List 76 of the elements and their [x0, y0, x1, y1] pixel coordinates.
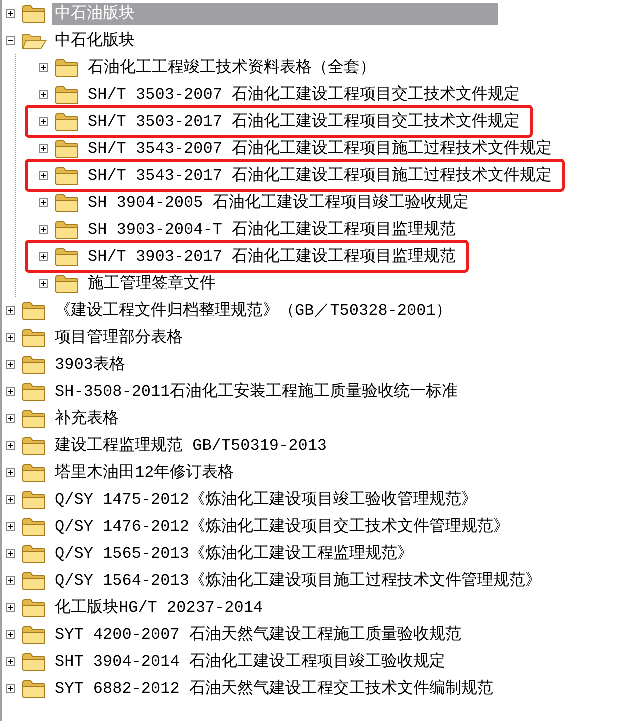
folder-icon [54, 192, 80, 214]
tree-item[interactable]: Q/SY 1564-2013《炼油化工建设项目施工过程技术文件管理规范》 [52, 570, 544, 592]
tree-item[interactable]: Q/SY 1476-2012《炼油化工建设项目交工技术文件管理规范》 [52, 516, 512, 538]
expand-icon[interactable] [6, 441, 15, 450]
folder-icon [21, 542, 47, 564]
tree-item[interactable]: 《建设工程文件归档整理规范》（GB／T50328-2001） [52, 300, 455, 322]
folder-icon [21, 300, 47, 322]
tree-item[interactable]: Q/SY 1565-2013《炼油化工建设工程监理规范》 [52, 542, 416, 564]
expand-icon[interactable] [39, 252, 48, 261]
expand-icon[interactable] [39, 279, 48, 288]
tree-item[interactable]: SH-3508-2011石油化工安装工程施工质量验收统一标准 [52, 380, 462, 402]
expand-icon[interactable] [6, 657, 15, 666]
folder-icon [21, 408, 47, 430]
expand-icon[interactable] [6, 630, 15, 639]
tree-item[interactable]: 石油化工工程竣工技术资料表格（全套） [85, 56, 379, 78]
folder-icon [21, 380, 47, 402]
expand-icon[interactable] [39, 117, 48, 126]
tree-item[interactable]: SH 3903-2004-T 石油化工建设工程项目监理规范 [85, 218, 460, 240]
expand-icon[interactable] [39, 198, 48, 207]
folder-icon [21, 650, 47, 672]
expand-icon[interactable] [39, 225, 48, 234]
expand-icon[interactable] [6, 549, 15, 558]
tree-item[interactable]: SH/T 3503-2007 石油化工建设工程项目交工技术文件规定 [85, 84, 524, 106]
expand-icon[interactable] [6, 306, 15, 315]
folder-icon [21, 624, 47, 646]
tree-item[interactable]: 项目管理部分表格 [52, 326, 186, 348]
tree-item[interactable]: 施工管理签章文件 [85, 272, 219, 294]
expand-icon[interactable] [6, 333, 15, 342]
folder-icon [21, 462, 47, 484]
folder-icon [21, 516, 47, 538]
tree-item[interactable]: SH/T 3903-2017 石油化工建设工程项目监理规范 [85, 246, 460, 268]
tree-item[interactable]: SH 3904-2005 石油化工建设工程项目竣工验收规定 [85, 192, 472, 214]
folder-icon [54, 138, 80, 160]
tree-item[interactable]: 3903表格 [52, 354, 128, 376]
expand-icon[interactable] [39, 171, 48, 180]
tree-item[interactable]: SYT 4200-2007 石油天然气建设工程施工质量验收规范 [52, 624, 464, 646]
tree-item[interactable]: 中石化版块 [52, 30, 138, 52]
tree-item[interactable]: SHT 3904-2014 石油化工建设工程项目竣工验收规定 [52, 650, 448, 672]
folder-icon [54, 164, 80, 186]
tree-item[interactable]: SH/T 3543-2007 石油化工建设工程项目施工过程技术文件规定 [85, 138, 556, 160]
folder-icon [21, 2, 47, 24]
folder-icon [21, 354, 47, 376]
expand-icon[interactable] [6, 603, 15, 612]
expand-icon[interactable] [6, 387, 15, 396]
expand-icon[interactable] [6, 495, 15, 504]
tree-item[interactable]: Q/SY 1475-2012《炼油化工建设项目竣工验收管理规范》 [52, 488, 480, 510]
folder-icon [54, 218, 80, 240]
expand-icon[interactable] [6, 414, 15, 423]
folder-icon [54, 84, 80, 106]
expand-icon[interactable] [39, 90, 48, 99]
expand-icon[interactable] [6, 522, 15, 531]
tree-item[interactable]: 化工版块HG/T 20237-2014 [52, 596, 266, 618]
folder-icon [21, 326, 47, 348]
expand-icon[interactable] [6, 360, 15, 369]
folder-icon [21, 570, 47, 592]
folder-icon [21, 488, 47, 510]
expand-icon[interactable] [6, 9, 15, 18]
folder-icon [54, 110, 80, 132]
tree-item[interactable]: 建设工程监理规范 GB/T50319-2013 [52, 434, 330, 456]
tree-item[interactable]: SYT 6882-2012 石油天然气建设工程交工技术文件编制规范 [52, 678, 496, 700]
expand-icon[interactable] [6, 684, 15, 693]
folder-icon [54, 56, 80, 78]
tree-item[interactable]: SH/T 3503-2017 石油化工建设工程项目交工技术文件规定 [85, 110, 524, 132]
collapse-icon[interactable] [6, 36, 15, 45]
expand-icon[interactable] [6, 576, 15, 585]
tree-item[interactable]: SH/T 3543-2017 石油化工建设工程项目施工过程技术文件规定 [85, 164, 556, 186]
tree-item[interactable]: 补充表格 [52, 408, 122, 430]
expand-icon[interactable] [39, 144, 48, 153]
expand-icon[interactable] [6, 468, 15, 477]
expand-icon[interactable] [39, 63, 48, 72]
tree-item[interactable]: 塔里木油田12年修订表格 [52, 462, 238, 484]
folder-icon [54, 246, 80, 268]
folder-icon [54, 272, 80, 294]
folder-icon [21, 596, 47, 618]
folder-icon [21, 434, 47, 456]
folder-icon [21, 678, 47, 700]
